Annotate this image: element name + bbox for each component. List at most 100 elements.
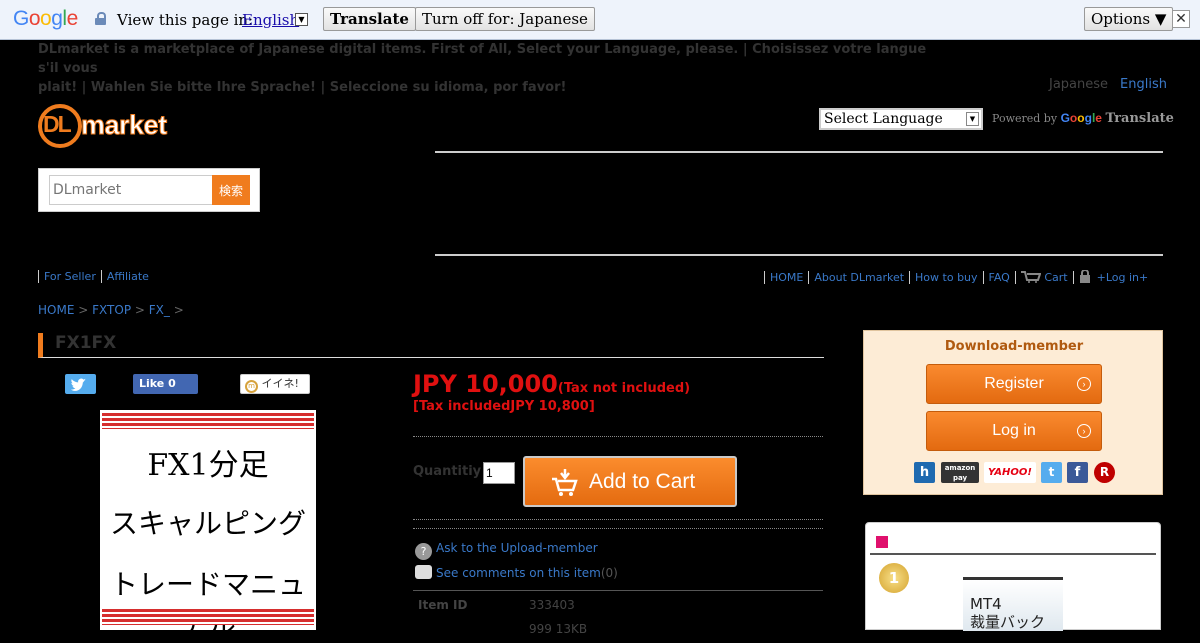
divider <box>413 519 823 520</box>
ask-upload-member-link[interactable]: ? Ask to the Upload-member <box>415 541 598 560</box>
login-button[interactable]: Log in › <box>926 411 1102 451</box>
add-to-cart-label: Add to Cart <box>589 470 696 493</box>
breadcrumb-fxtop[interactable]: FXTOP <box>92 303 131 317</box>
page-title: FX1FX <box>38 333 824 358</box>
google-translate-bar: Google View this page in: English ▼ Tran… <box>0 0 1200 40</box>
square-icon <box>876 536 888 548</box>
product-image[interactable]: FX1分足 スキャルピング トレードマニュアル <box>100 410 316 641</box>
see-comments-link[interactable]: See comments on this item(0) <box>415 565 618 580</box>
twitter-icon[interactable]: t <box>1041 462 1062 483</box>
ranking-header <box>870 531 1156 555</box>
notice-line-1: DLmarket is a marketplace of Japanese di… <box>38 42 927 76</box>
search-box: 検索 <box>38 168 260 212</box>
comments-count: (0) <box>600 566 618 580</box>
item-id-value: 333403 <box>529 598 575 612</box>
dlmarket-logo[interactable]: DL market <box>38 104 188 150</box>
ranking-panel: 1 MT4 裁量バック <box>865 522 1161 631</box>
question-icon: ? <box>415 543 432 560</box>
comment-icon <box>415 565 432 579</box>
ask-label: Ask to the Upload-member <box>436 541 598 555</box>
item-info-table: Item ID 333403 999 13KB <box>413 590 823 636</box>
hatena-icon[interactable]: h <box>914 462 935 483</box>
nav-about[interactable]: About DLmarket <box>808 271 910 284</box>
amazon-pay-icon[interactable]: amazon pay <box>941 462 979 483</box>
item-extra-value: 999 13KB <box>529 622 588 636</box>
divider <box>413 528 823 529</box>
facebook-like-label: Like 0 <box>139 377 176 390</box>
product-image-line-3: トレードマニュアル <box>109 568 306 641</box>
comments-label: See comments on this item <box>436 566 601 580</box>
lock-icon <box>1079 269 1090 283</box>
ranking-item-thumbnail[interactable]: MT4 裁量バック <box>963 577 1063 631</box>
language-link[interactable]: English <box>242 11 299 29</box>
mixi-icon: m <box>245 380 258 393</box>
lang-japanese-link[interactable]: Japanese <box>1049 77 1108 92</box>
nav-home[interactable]: HOME <box>764 271 809 284</box>
nav-left: For Seller Affiliate <box>38 270 154 283</box>
close-icon[interactable]: ✕ <box>1172 10 1190 28</box>
register-button[interactable]: Register › <box>926 364 1102 404</box>
yahoo-icon[interactable]: YAHOO! <box>984 462 1036 483</box>
language-notice: DLmarket is a marketplace of Japanese di… <box>38 40 938 97</box>
item-id-label: Item ID <box>418 598 468 612</box>
options-button[interactable]: Options ▼ <box>1084 7 1174 31</box>
nav-login-label: +Log in+ <box>1096 271 1149 284</box>
breadcrumb-home[interactable]: HOME <box>38 303 74 317</box>
divider <box>435 151 1163 153</box>
google-mini-logo: Google <box>1060 111 1102 125</box>
product-image-line-2: スキャルピング <box>109 507 306 540</box>
member-panel-title: Download-member <box>944 339 1084 354</box>
nav-login[interactable]: +Log in+ <box>1072 269 1154 284</box>
nav-for-seller[interactable]: For Seller <box>38 270 101 283</box>
nav-cart-label: Cart <box>1044 271 1068 284</box>
breadcrumb-sep: > <box>134 303 145 317</box>
turn-off-button[interactable]: Turn off for: Japanese <box>415 7 595 31</box>
google-logo: Google <box>13 7 78 30</box>
search-input[interactable] <box>49 175 213 205</box>
thumb-line-1: MT4 <box>970 595 1002 613</box>
cart-icon <box>1020 271 1041 283</box>
thumb-line-2: 裁量バック <box>970 613 1046 631</box>
facebook-like-button[interactable]: Like 0 <box>133 374 198 394</box>
twitter-share-button[interactable] <box>65 374 96 394</box>
language-switch: Japanese English <box>1049 77 1167 92</box>
twitter-icon <box>70 378 86 391</box>
translate-label[interactable]: Translate <box>1105 111 1173 126</box>
mixi-iine-button[interactable]: m イイネ! <box>240 374 310 394</box>
cart-icon <box>552 469 578 496</box>
nav-how-to-buy[interactable]: How to buy <box>909 271 983 284</box>
view-page-text: View this page in: <box>117 11 254 29</box>
select-language-dropdown[interactable]: Select Language ▼ <box>819 108 983 130</box>
breadcrumb-sep: > <box>173 303 184 317</box>
quantity-label: Quantitiy <box>413 464 482 479</box>
quantity-input[interactable] <box>483 462 515 484</box>
search-button[interactable]: 検索 <box>212 175 250 205</box>
add-to-cart-button[interactable]: Add to Cart <box>523 456 737 507</box>
nav-faq[interactable]: FAQ <box>982 271 1015 284</box>
chevron-right-icon: › <box>1077 377 1091 391</box>
divider <box>435 254 1163 256</box>
powered-label: Powered by <box>992 112 1058 125</box>
rakuten-icon[interactable]: R <box>1094 462 1115 483</box>
price: JPY 10,000(Tax not included) <box>413 370 690 398</box>
breadcrumb: HOME > FXTOP > FX_ > <box>38 303 184 317</box>
notice-line-2: plait! | Wahlen Sie bitte Ihre Sprache! … <box>38 80 567 95</box>
nav-affiliate[interactable]: Affiliate <box>100 270 154 283</box>
logo-market: market <box>81 110 168 141</box>
tax-included-price: [Tax includedJPY 10,800] <box>413 399 595 414</box>
lock-icon <box>95 12 106 25</box>
select-language-label: Select Language <box>824 111 943 127</box>
translate-button[interactable]: Translate <box>323 7 416 31</box>
divider <box>413 436 823 437</box>
nav-cart[interactable]: Cart <box>1014 271 1073 284</box>
register-label: Register <box>984 375 1044 392</box>
login-label: Log in <box>992 422 1036 439</box>
lang-english-link[interactable]: English <box>1120 77 1167 92</box>
product-image-line-1: FX1分足 <box>147 448 269 483</box>
breadcrumb-fx[interactable]: FX_ <box>149 303 170 317</box>
chevron-down-icon: ▼ <box>966 112 979 126</box>
price-value: JPY 10,000 <box>413 370 558 398</box>
chevron-down-icon[interactable]: ▼ <box>295 13 308 26</box>
facebook-icon[interactable]: f <box>1067 462 1088 483</box>
nav-right: HOME About DLmarket How to buy FAQ Cart +Log… <box>764 269 1154 284</box>
